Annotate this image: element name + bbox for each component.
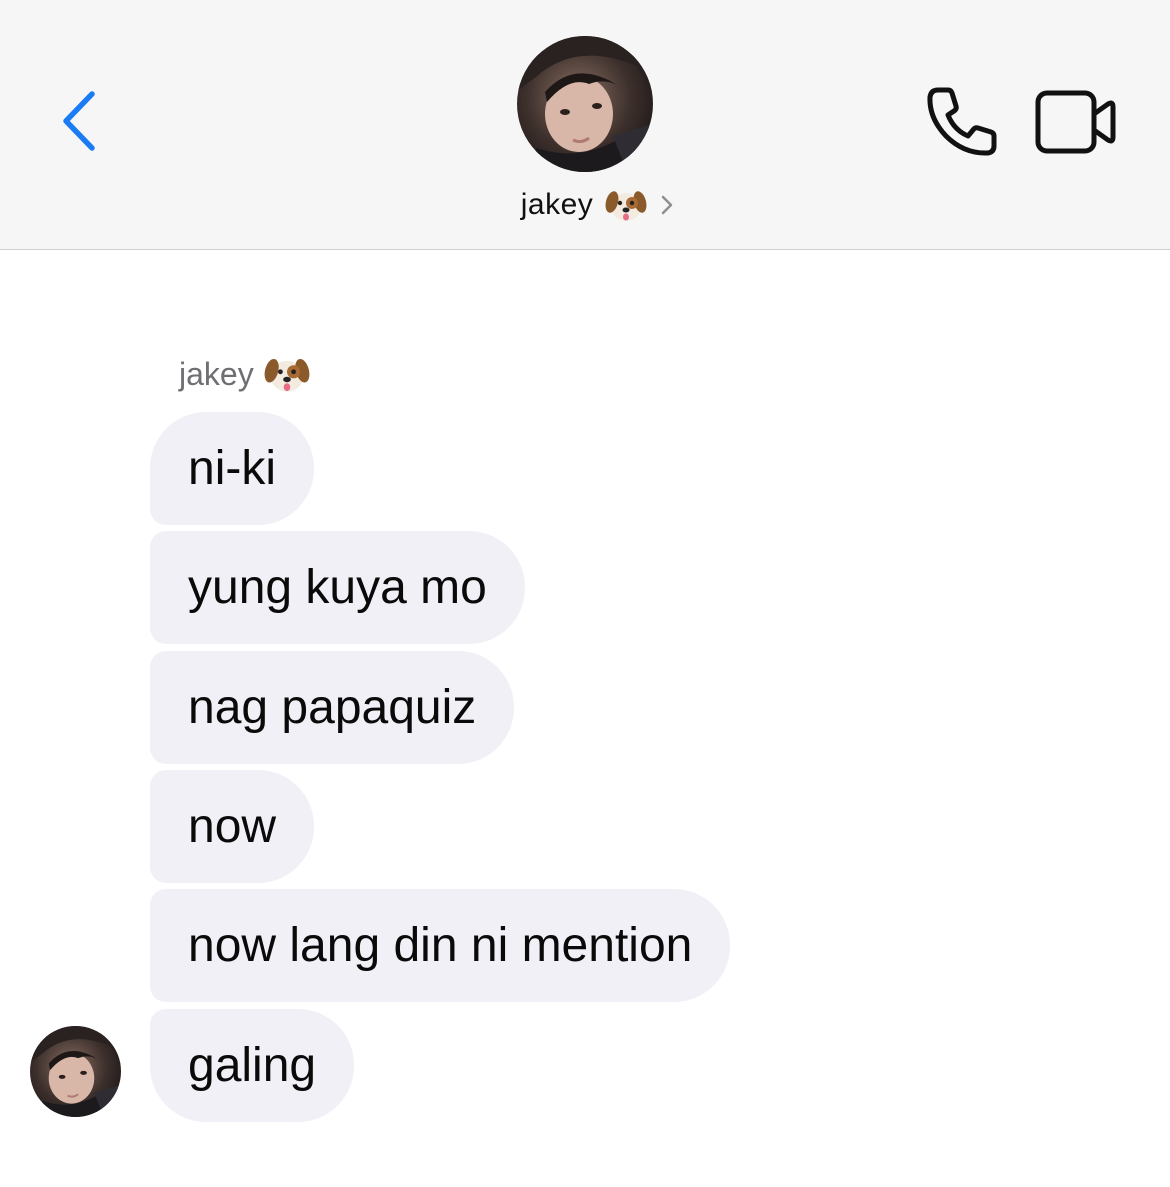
contact-name: jakey (520, 188, 594, 221)
dog-face-icon (264, 351, 310, 397)
audio-call-button[interactable] (924, 84, 1000, 160)
contact-name-row[interactable]: jakey (0, 182, 1170, 228)
contact-avatar[interactable] (517, 36, 653, 172)
chevron-left-icon (63, 91, 95, 151)
message-bubble[interactable]: ni-ki (150, 412, 315, 525)
message-bubble[interactable]: now (150, 770, 315, 883)
video-camera-icon (1035, 90, 1116, 154)
phone-icon (927, 87, 997, 156)
sender-name: jakey (179, 355, 254, 392)
conversation-header: jakey (0, 0, 1170, 250)
back-button[interactable] (56, 86, 106, 156)
sender-label: jakey (179, 352, 310, 396)
chevron-right-icon (659, 192, 675, 218)
message-bubble[interactable]: now lang din ni mention (150, 889, 731, 1002)
message-bubble[interactable]: nag papaquiz (150, 651, 515, 764)
sender-avatar[interactable] (30, 1026, 121, 1117)
avatar-photo (30, 1026, 121, 1117)
message-bubble[interactable]: galing (150, 1009, 355, 1122)
message-bubble[interactable]: yung kuya mo (150, 531, 525, 644)
avatar-photo (517, 36, 653, 172)
video-call-button[interactable] (1034, 88, 1118, 156)
dog-face-icon (605, 184, 647, 226)
